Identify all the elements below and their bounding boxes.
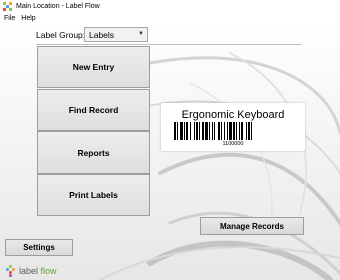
print-labels-button[interactable]: Print Labels bbox=[37, 174, 150, 216]
manage-records-button[interactable]: Manage Records bbox=[200, 217, 304, 235]
settings-button[interactable]: Settings bbox=[5, 239, 73, 256]
menu-help[interactable]: Help bbox=[21, 15, 35, 22]
title-bar: Main Location - Label Flow bbox=[0, 0, 340, 13]
chevron-down-icon: ▼ bbox=[138, 31, 144, 37]
find-record-button[interactable]: Find Record bbox=[37, 89, 150, 131]
label-preview-title: Ergonomic Keyboard bbox=[181, 109, 285, 121]
menu-bar: File Help bbox=[0, 13, 340, 23]
label-preview: Ergonomic Keyboard 1100000 bbox=[161, 103, 305, 151]
label-group-value: Labels bbox=[89, 29, 115, 40]
brand-name: label flow bbox=[19, 266, 57, 276]
label-flow-logo-icon bbox=[6, 265, 16, 277]
label-group-label: Label Group: bbox=[36, 30, 86, 40]
label-group-select[interactable]: Labels ▼ bbox=[84, 27, 148, 42]
label-flow-app-icon bbox=[3, 2, 12, 11]
new-entry-button[interactable]: New Entry bbox=[37, 46, 150, 88]
header-divider bbox=[36, 44, 302, 45]
label-preview-number: 1100000 bbox=[222, 141, 244, 147]
menu-file[interactable]: File bbox=[4, 15, 15, 22]
barcode-image bbox=[174, 122, 252, 140]
window-title: Main Location - Label Flow bbox=[16, 3, 100, 10]
reports-button[interactable]: Reports bbox=[37, 131, 150, 174]
main-workspace: Label Group: Labels ▼ New Entry Find Rec… bbox=[0, 23, 340, 280]
label-flow-logo: label flow bbox=[6, 265, 57, 277]
